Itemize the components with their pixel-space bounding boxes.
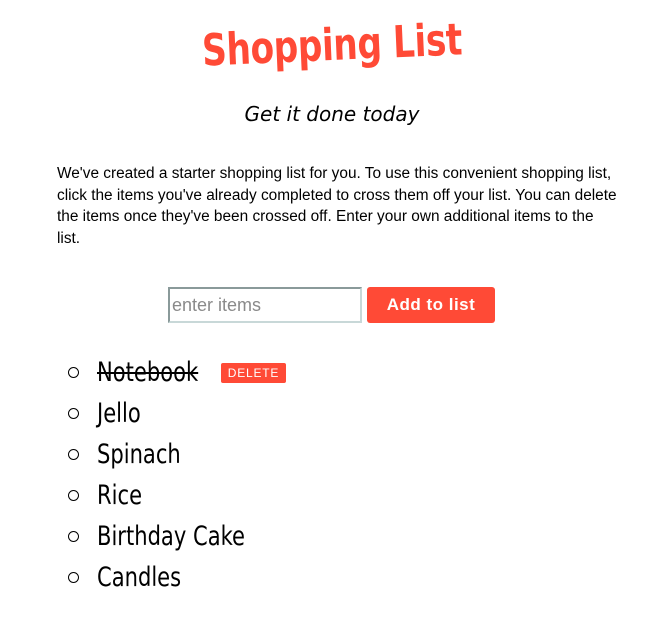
list-item-jello: Jello — [66, 393, 287, 434]
add-to-list-button[interactable]: Add to list — [367, 287, 495, 323]
item-input[interactable] — [168, 287, 362, 323]
add-item-form: Add to list — [168, 287, 495, 323]
intro-text: We've created a starter shopping list fo… — [57, 165, 617, 247]
item-label[interactable]: Notebook — [97, 357, 198, 388]
item-label[interactable]: Jello — [97, 398, 141, 429]
delete-button[interactable]: DELETE — [220, 362, 287, 383]
bullet-icon — [68, 408, 79, 419]
shopping-list: Notebook DELETE Jello Spinach Rice Birth… — [66, 352, 287, 598]
bullet-icon — [68, 531, 79, 542]
page-title: Shopping List — [201, 14, 463, 77]
bullet-icon — [68, 367, 79, 378]
item-label[interactable]: Rice — [97, 480, 142, 511]
list-item-birthday-cake: Birthday Cake — [66, 516, 287, 557]
bullet-icon — [68, 490, 79, 501]
bullet-icon — [68, 572, 79, 583]
bullet-icon — [68, 449, 79, 460]
item-label[interactable]: Birthday Cake — [97, 521, 245, 552]
list-item-candles: Candles — [66, 557, 287, 598]
item-label[interactable]: Candles — [97, 562, 181, 593]
page-subtitle: Get it done today — [244, 102, 420, 126]
list-item-notebook: Notebook DELETE — [66, 352, 287, 393]
list-item-rice: Rice — [66, 475, 287, 516]
list-item-spinach: Spinach — [66, 434, 287, 475]
item-label[interactable]: Spinach — [97, 439, 181, 470]
